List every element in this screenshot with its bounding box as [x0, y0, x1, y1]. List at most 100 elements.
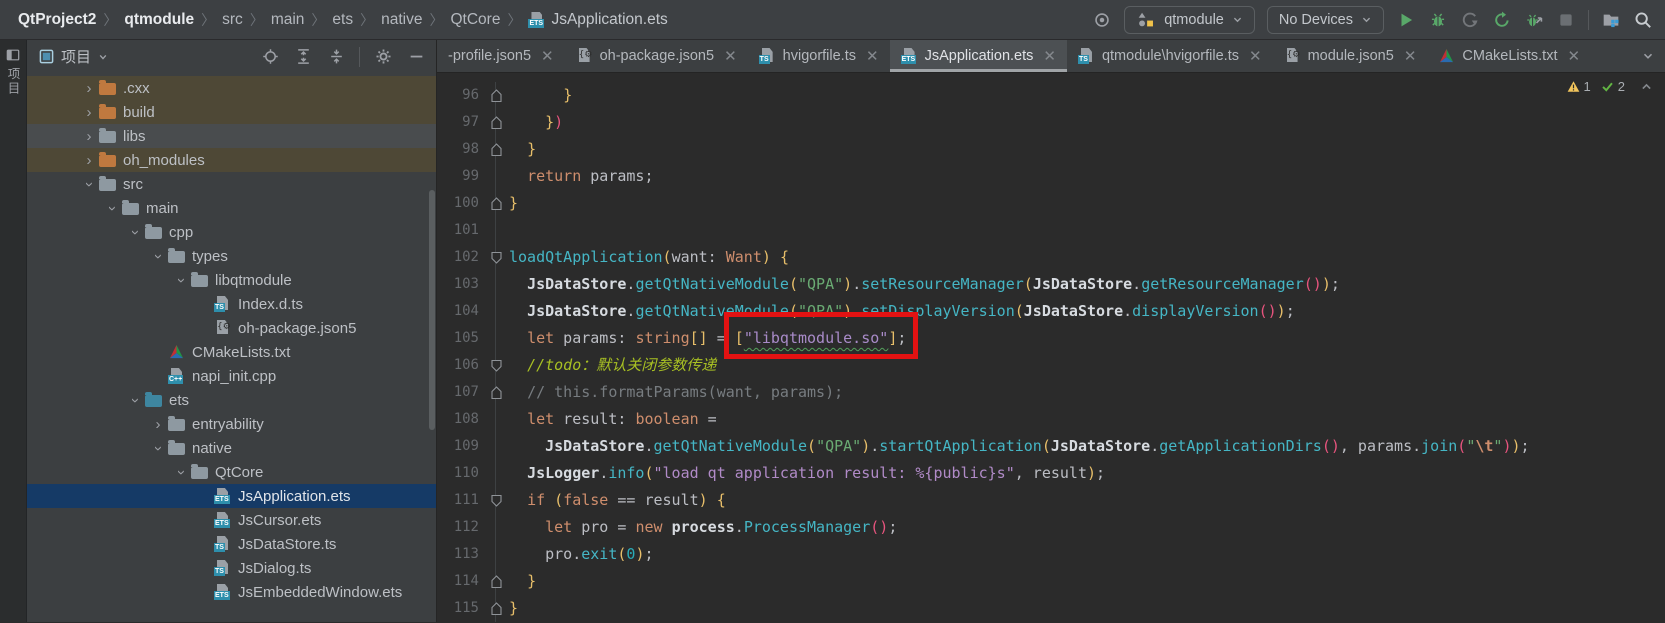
fold-marker[interactable]: [483, 379, 509, 406]
debug-attach-icon[interactable]: [1524, 10, 1544, 30]
chevron-collapsed-icon[interactable]: ›: [79, 128, 99, 145]
tree-row[interactable]: ›libs: [27, 124, 436, 148]
editor-tab[interactable]: -profile.json5✕: [437, 40, 565, 72]
breadcrumb-item[interactable]: QtProject2: [18, 11, 96, 29]
project-tool-window-button[interactable]: 项目: [4, 48, 23, 96]
tree-row[interactable]: ›entryability: [27, 412, 436, 436]
fold-marker[interactable]: [483, 82, 509, 109]
minus-icon[interactable]: [406, 47, 426, 67]
tree-row[interactable]: ›ets: [27, 388, 436, 412]
tree-row[interactable]: ›libqtmodule: [27, 268, 436, 292]
chevron-expanded-icon[interactable]: ›: [79, 176, 99, 193]
tree-row[interactable]: ›build: [27, 100, 436, 124]
chevron-expanded-icon[interactable]: ›: [171, 464, 191, 481]
chevron-collapsed-icon[interactable]: ›: [79, 80, 99, 97]
expand-all-icon[interactable]: [293, 47, 313, 67]
warnings-indicator[interactable]: 1: [1567, 79, 1591, 94]
chevron-expanded-icon[interactable]: ›: [171, 272, 191, 289]
editor-tab[interactable]: {⚙oh-package.json5✕: [565, 40, 748, 72]
tree-row[interactable]: ›types: [27, 244, 436, 268]
run-configuration-dropdown[interactable]: qtmodule: [1124, 6, 1255, 34]
tree-row[interactable]: ›.cxx: [27, 76, 436, 100]
code-line: 100}: [437, 190, 1665, 217]
tab-close-icon[interactable]: ✕: [541, 47, 554, 65]
editor-tab[interactable]: TShvigorfile.ts✕: [748, 40, 890, 72]
tree-row[interactable]: ›oh_modules: [27, 148, 436, 172]
project-tree-scrollbar[interactable]: [429, 190, 435, 430]
fold-marker[interactable]: [483, 109, 509, 136]
tree-row[interactable]: ETSJsCursor.ets: [27, 508, 436, 532]
device-dropdown[interactable]: No Devices: [1267, 6, 1384, 34]
tree-row[interactable]: ›cpp: [27, 220, 436, 244]
device-label: No Devices: [1279, 12, 1353, 28]
tree-row[interactable]: ›QtCore: [27, 460, 436, 484]
device-explorer-icon[interactable]: [1601, 10, 1621, 30]
tree-row[interactable]: CMakeLists.txt: [27, 340, 436, 364]
chevron-expanded-icon[interactable]: ›: [102, 200, 122, 217]
chevron-expanded-icon[interactable]: ›: [148, 440, 168, 457]
tree-row[interactable]: {⚙oh-package.json5: [27, 316, 436, 340]
breadcrumb-item[interactable]: native: [381, 11, 422, 29]
fold-marker[interactable]: [483, 352, 509, 379]
project-panel-title[interactable]: 项目: [61, 46, 91, 67]
fold-marker[interactable]: [483, 190, 509, 217]
editor-tab[interactable]: TSqtmodule\hvigorfile.ts✕: [1067, 40, 1273, 72]
fold-marker[interactable]: [483, 595, 509, 622]
breadcrumb-item[interactable]: src: [222, 11, 243, 29]
tree-row[interactable]: ETSJsEmbeddedWindow.ets: [27, 580, 436, 604]
gear-icon[interactable]: [373, 47, 393, 67]
fold-marker[interactable]: [483, 487, 509, 514]
tree-row[interactable]: C++napi_init.cpp: [27, 364, 436, 388]
crosshair-icon[interactable]: [260, 47, 280, 67]
tree-row[interactable]: ›native: [27, 436, 436, 460]
tab-close-icon[interactable]: ✕: [866, 47, 879, 65]
code-text: }: [509, 568, 536, 595]
folder-icon: [168, 443, 185, 455]
fold-marker[interactable]: [483, 568, 509, 595]
fold-marker[interactable]: [483, 244, 509, 271]
breadcrumb-item[interactable]: qtmodule: [124, 11, 194, 29]
tree-row[interactable]: ›src: [27, 172, 436, 196]
tab-close-icon[interactable]: ✕: [1567, 47, 1580, 65]
breadcrumb-item[interactable]: main: [271, 11, 305, 29]
tab-close-icon[interactable]: ✕: [1043, 47, 1056, 65]
chevron-expanded-icon[interactable]: ›: [125, 392, 145, 409]
rerun-icon[interactable]: [1492, 10, 1512, 30]
code-line: 111 if (false == result) {: [437, 487, 1665, 514]
editor-tab[interactable]: {⚙module.json5✕: [1273, 40, 1428, 72]
tab-close-icon[interactable]: ✕: [1249, 47, 1262, 65]
breadcrumb-current-file[interactable]: ETSJsApplication.ets: [528, 11, 667, 29]
chevron-down-icon[interactable]: [98, 52, 108, 62]
breadcrumb-item[interactable]: QtCore: [450, 11, 500, 29]
file-json5-icon: {⚙: [576, 48, 593, 64]
chevron-collapsed-icon[interactable]: ›: [148, 416, 168, 433]
breadcrumb-item[interactable]: ets: [332, 11, 353, 29]
run-icon[interactable]: [1396, 10, 1416, 30]
profile-icon[interactable]: [1460, 10, 1480, 30]
inspections-widget[interactable]: 1 2: [1567, 79, 1625, 94]
tree-row[interactable]: TSJsDataStore.ts: [27, 532, 436, 556]
target-icon[interactable]: [1092, 10, 1112, 30]
tree-row[interactable]: ›main: [27, 196, 436, 220]
scroll-up-icon[interactable]: [1640, 79, 1653, 97]
tree-row[interactable]: TSIndex.d.ts: [27, 292, 436, 316]
tab-close-icon[interactable]: ✕: [724, 47, 737, 65]
tree-row[interactable]: TSJsDialog.ts: [27, 556, 436, 580]
hidden-tabs-icon[interactable]: [1631, 40, 1665, 72]
collapse-all-icon[interactable]: [326, 47, 346, 67]
chevron-expanded-icon[interactable]: ›: [125, 224, 145, 241]
debug-icon[interactable]: [1428, 10, 1448, 30]
editor-tab[interactable]: ETSJsApplication.ets✕: [890, 40, 1067, 72]
chevron-expanded-icon[interactable]: ›: [148, 248, 168, 265]
tab-close-icon[interactable]: ✕: [1404, 47, 1417, 65]
breadcrumb-separator-icon: 〉: [506, 10, 522, 30]
tree-row[interactable]: ETSJsApplication.ets: [27, 484, 436, 508]
editor-tab[interactable]: CMakeLists.txt✕: [1427, 40, 1591, 72]
code-editor[interactable]: 1 2 96 }97 })98 }99 return params;100}10…: [437, 73, 1665, 622]
fold-marker[interactable]: [483, 136, 509, 163]
stop-icon[interactable]: [1556, 10, 1576, 30]
chevron-collapsed-icon[interactable]: ›: [79, 152, 99, 169]
search-icon[interactable]: [1633, 10, 1653, 30]
ok-indicator[interactable]: 2: [1601, 79, 1625, 94]
chevron-collapsed-icon[interactable]: ›: [79, 104, 99, 121]
